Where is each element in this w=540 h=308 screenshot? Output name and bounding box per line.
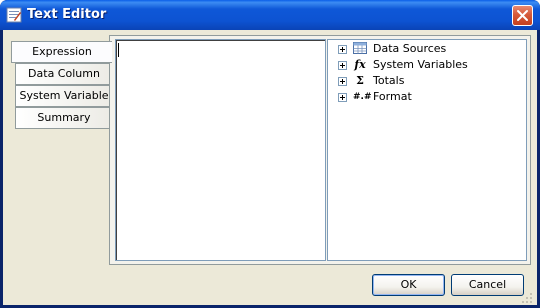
expand-icon[interactable]	[338, 61, 347, 70]
tab-expression[interactable]: Expression	[11, 41, 112, 63]
text-caret	[118, 43, 119, 57]
expand-icon[interactable]	[338, 77, 347, 86]
expand-icon[interactable]	[338, 45, 347, 54]
tab-data-column[interactable]: Data Column	[15, 63, 112, 85]
tree-label-data-sources: Data Sources	[373, 42, 447, 55]
text-editor-window: Text Editor Expression Data Column Syste…	[0, 0, 540, 308]
format-icon: #.#	[353, 92, 372, 102]
tree-item-data-sources[interactable]: Data Sources	[328, 41, 518, 57]
expand-icon[interactable]	[338, 93, 347, 102]
tree-label-format: Format	[373, 90, 412, 103]
app-icon	[6, 7, 22, 23]
ok-button[interactable]: OK	[372, 274, 445, 296]
fx-icon: fx	[354, 58, 366, 71]
dialog-client-area: Expression Data Column System Variable S…	[3, 30, 537, 305]
close-icon	[517, 10, 528, 21]
tree-item-system-variables[interactable]: fx System Variables	[328, 57, 518, 73]
tab-summary[interactable]: Summary	[15, 107, 112, 129]
window-title: Text Editor	[27, 7, 107, 22]
tree-item-totals[interactable]: Σ Totals	[328, 73, 518, 89]
sigma-icon: Σ	[356, 74, 364, 87]
tab-system-variable[interactable]: System Variable	[15, 85, 112, 107]
expression-tree[interactable]: Data Sources fx System Variables Σ Total…	[327, 39, 527, 261]
close-button[interactable]	[512, 5, 533, 26]
title-bar[interactable]: Text Editor	[0, 0, 540, 30]
tree-label-totals: Totals	[373, 74, 405, 87]
tree-item-format[interactable]: #.# Format	[328, 89, 518, 105]
cancel-button[interactable]: Cancel	[451, 274, 524, 296]
table-icon	[353, 42, 367, 56]
tree-label-system-variables: System Variables	[373, 58, 468, 71]
resize-grip-icon[interactable]	[521, 292, 533, 304]
expression-editor[interactable]	[115, 39, 326, 261]
